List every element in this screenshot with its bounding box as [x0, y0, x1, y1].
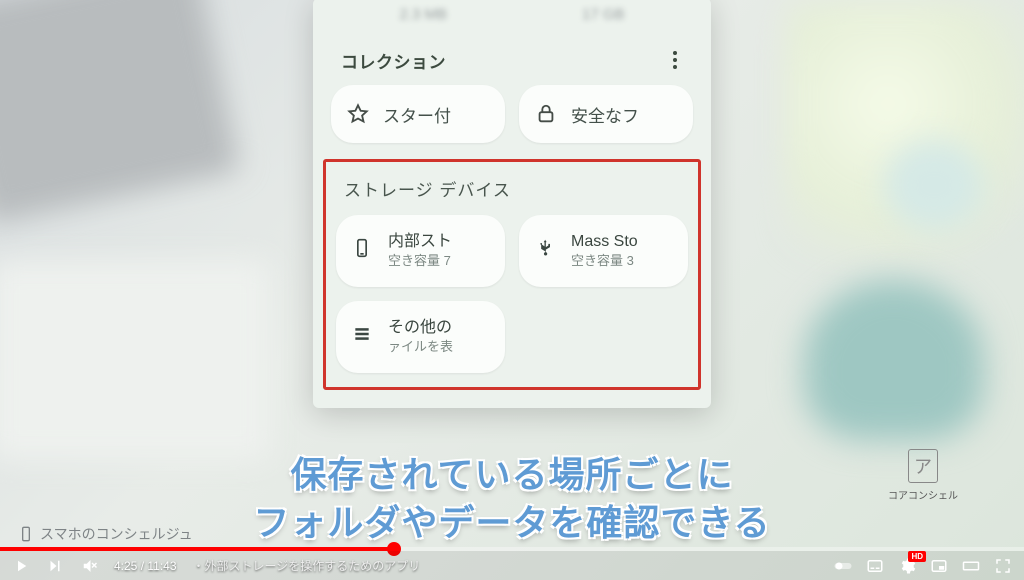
subtitles-icon[interactable] [866, 557, 884, 575]
chip-label: スター付 [383, 102, 451, 127]
card-mass-storage[interactable]: Mass Sto 空き容量 3 [519, 215, 688, 287]
miniplayer-icon[interactable] [930, 557, 948, 575]
highlight-box: ストレージ デバイス 内部スト 空き容量 7 Mass Sto 空き容量 3 [323, 159, 701, 390]
kebab-menu-icon[interactable] [667, 45, 683, 75]
time-display: 4:25 / 11:43 [114, 559, 177, 573]
autoplay-toggle-icon[interactable] [834, 557, 852, 575]
theater-mode-icon[interactable] [962, 557, 980, 575]
star-outline-icon [347, 103, 369, 125]
card-subtitle: ァイルを表 [388, 339, 453, 356]
hd-badge: HD [908, 551, 926, 562]
side-logo[interactable]: ア コアコンシェル [888, 449, 958, 502]
chapter-title[interactable]: ・外部ストレージを操作するためのアプリ [193, 557, 421, 574]
chip-starred[interactable]: スター付 [331, 85, 505, 143]
mute-icon[interactable] [80, 557, 98, 575]
list-icon [352, 324, 372, 350]
side-logo-icon: ア [908, 449, 938, 483]
top-value-1: 2.3 MB [399, 6, 447, 23]
phone-screen: 2.3 MB 17 GB コレクション スター付 安全なフ ストレージ デバイス [313, 0, 711, 408]
collection-header: コレクション [329, 33, 695, 85]
card-subtitle: 空き容量 7 [388, 253, 452, 270]
next-icon[interactable] [46, 557, 64, 575]
chip-safe[interactable]: 安全なフ [519, 85, 693, 143]
top-value-2: 17 GB [582, 6, 625, 23]
phone-small-icon [18, 526, 34, 542]
channel-watermark: スマホのコンシェルジュ [18, 524, 193, 544]
card-other-storage[interactable]: その他の ァイルを表 [336, 301, 505, 373]
card-title: Mass Sto [571, 232, 638, 253]
side-logo-label: コアコンシェル [888, 487, 958, 502]
usb-icon [535, 238, 555, 264]
chip-label: 安全なフ [571, 102, 639, 127]
caption-line-1: 保存されている場所ごとに [0, 451, 1024, 500]
watermark-text: スマホのコンシェルジュ [40, 524, 193, 544]
lock-icon [535, 103, 557, 125]
card-title: その他の [388, 318, 453, 339]
top-storage-row: 2.3 MB 17 GB [329, 0, 695, 33]
settings-icon[interactable]: HD [898, 557, 916, 575]
fullscreen-icon[interactable] [994, 557, 1012, 575]
card-internal-storage[interactable]: 内部スト 空き容量 7 [336, 215, 505, 287]
storage-devices-title: ストレージ デバイス [336, 172, 688, 215]
phone-icon [352, 238, 372, 264]
player-controls: 4:25 / 11:43 ・外部ストレージを操作するためのアプリ HD [0, 551, 1024, 580]
play-icon[interactable] [12, 557, 30, 575]
card-subtitle: 空き容量 3 [571, 253, 638, 270]
collection-title: コレクション [341, 48, 446, 73]
card-title: 内部スト [388, 232, 452, 253]
